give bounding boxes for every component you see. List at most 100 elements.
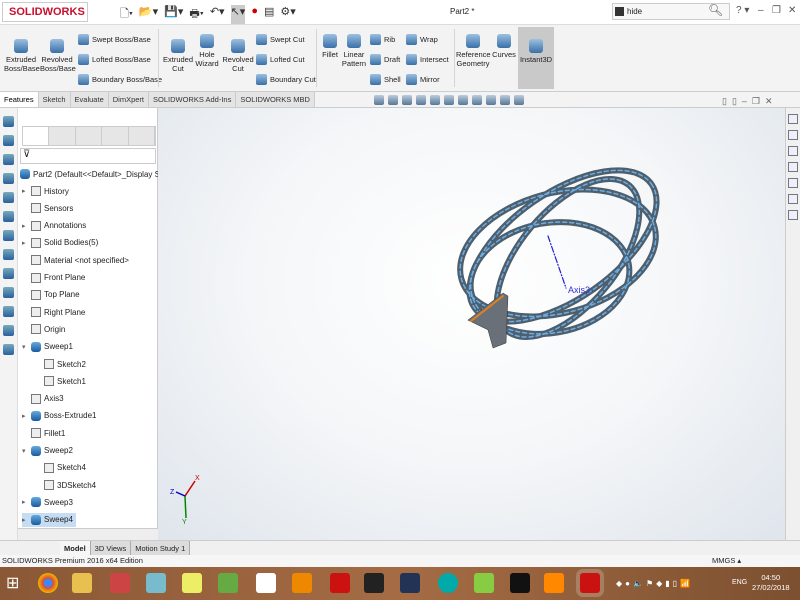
- app-icon[interactable]: [146, 573, 166, 593]
- tree-item[interactable]: Sketch1: [35, 374, 86, 388]
- expand-toggle[interactable]: ▾: [22, 343, 28, 351]
- units-selector[interactable]: MMGS ▴: [712, 556, 741, 565]
- app-icon[interactable]: [474, 573, 494, 593]
- scene-icon[interactable]: [500, 95, 510, 105]
- select-icon[interactable]: ↖▾: [230, 5, 246, 24]
- boundary-boss-button[interactable]: Boundary Boss/Base: [78, 74, 162, 85]
- intersect-button[interactable]: Intersect: [406, 54, 449, 65]
- tree-item[interactable]: ▾ Sweep2: [22, 444, 73, 458]
- configuration-manager-tab[interactable]: [76, 127, 103, 145]
- linear-pattern-button[interactable]: Linear Pattern: [340, 34, 368, 68]
- file-explorer-icon[interactable]: [72, 573, 92, 593]
- tree-item[interactable]: ▸ Annotations: [22, 219, 86, 233]
- viewport-window-controls[interactable]: ▯▯–❐✕: [722, 96, 778, 107]
- arduino-icon[interactable]: [438, 573, 458, 593]
- open-icon[interactable]: 📂▾: [139, 5, 158, 24]
- view-palette-icon[interactable]: [788, 162, 798, 172]
- solidworks-2016-active-icon[interactable]: [576, 569, 604, 597]
- resources-icon[interactable]: [788, 114, 798, 124]
- cut-icon[interactable]: [3, 173, 14, 184]
- tree-filter-input[interactable]: ⊽: [20, 148, 156, 164]
- revolve-icon[interactable]: [3, 135, 14, 146]
- hole-wizard-button[interactable]: Hole Wizard: [193, 34, 221, 68]
- rhino-icon[interactable]: [510, 573, 530, 593]
- display-style-icon[interactable]: [458, 95, 468, 105]
- app-icon[interactable]: [292, 573, 312, 593]
- section-view-icon[interactable]: [416, 95, 426, 105]
- tab-3d-views[interactable]: 3D Views: [90, 541, 132, 555]
- tab-addins[interactable]: SOLIDWORKS Add-Ins: [149, 92, 237, 107]
- language-indicator[interactable]: ENG: [732, 579, 747, 586]
- search-icon[interactable]: 🔍︎: [708, 3, 723, 17]
- curves-button[interactable]: Curves: [491, 34, 517, 59]
- expand-toggle[interactable]: ▸: [22, 412, 28, 420]
- extruded-boss-button[interactable]: Extruded Boss/Base: [4, 39, 40, 73]
- tree-item[interactable]: ▸ History: [22, 184, 69, 198]
- sticky-notes-icon[interactable]: [182, 573, 202, 593]
- design-library-icon[interactable]: [788, 130, 798, 140]
- tree-item[interactable]: Fillet1: [22, 426, 65, 440]
- tree-item[interactable]: Top Plane: [22, 288, 80, 302]
- appearances-icon[interactable]: [788, 178, 798, 188]
- tree-item[interactable]: ▸ Boss-Extrude1: [22, 409, 96, 423]
- tree-item[interactable]: ▸ Sweep4: [22, 512, 76, 527]
- tab-features[interactable]: Features: [0, 92, 39, 107]
- undo-icon[interactable]: ↶▾: [210, 5, 225, 24]
- zoom-to-fit-icon[interactable]: [374, 95, 384, 105]
- expand-toggle[interactable]: ▸: [22, 498, 28, 506]
- extruded-cut-button[interactable]: Extruded Cut: [161, 39, 195, 73]
- rebuild-icon[interactable]: ●: [251, 5, 258, 24]
- tree-item[interactable]: Right Plane: [22, 305, 85, 319]
- pattern-icon[interactable]: [3, 287, 14, 298]
- tab-motion-study[interactable]: Motion Study 1: [131, 541, 191, 555]
- help-icon[interactable]: ? ▾: [736, 5, 749, 16]
- custom-properties-icon[interactable]: [788, 194, 798, 204]
- dimxpert-manager-tab[interactable]: [102, 127, 129, 145]
- shell-button[interactable]: Shell: [370, 74, 401, 85]
- tree-item[interactable]: ▸ Sweep3: [22, 495, 73, 509]
- expand-toggle[interactable]: ▾: [22, 447, 28, 455]
- tab-sketch[interactable]: Sketch: [38, 92, 71, 107]
- tab-dimxpert[interactable]: DimXpert: [108, 92, 149, 107]
- eagle-icon[interactable]: [256, 573, 276, 593]
- clock[interactable]: 04:50 27/02/2018: [752, 573, 790, 593]
- windows-start-icon[interactable]: ⊞: [6, 573, 26, 593]
- tree-root-part[interactable]: Part2 (Default<<Default>_Display State: [20, 167, 173, 181]
- extrude-icon[interactable]: [3, 116, 14, 127]
- swept-cut-button[interactable]: Swept Cut: [256, 34, 305, 45]
- system-tray-icons[interactable]: ◆●🔈⚑◆▮▯📶: [616, 579, 693, 588]
- restore-icon[interactable]: ❐: [772, 5, 781, 16]
- mirror-button[interactable]: Mirror: [406, 74, 440, 85]
- expand-toggle[interactable]: ▸: [22, 516, 28, 524]
- expand-toggle[interactable]: ▸: [22, 187, 28, 195]
- lofted-cut-button[interactable]: Lofted Cut: [256, 54, 305, 65]
- new-icon[interactable]: 🗋▾: [120, 5, 133, 24]
- tab-model[interactable]: Model: [60, 541, 91, 555]
- tab-mbd[interactable]: SOLIDWORKS MBD: [236, 92, 315, 107]
- property-manager-tab[interactable]: [49, 127, 76, 145]
- solidworks-2016-icon[interactable]: [330, 573, 350, 593]
- minimize-icon[interactable]: –: [758, 5, 764, 16]
- file-properties-icon[interactable]: ▤: [264, 5, 274, 24]
- tree-item[interactable]: ▸ Solid Bodies(5): [22, 236, 98, 250]
- tree-item[interactable]: Sketch4: [35, 461, 86, 475]
- file-explorer-icon[interactable]: [788, 146, 798, 156]
- previous-view-icon[interactable]: [402, 95, 412, 105]
- tree-item[interactable]: Sketch2: [35, 357, 86, 371]
- save-icon[interactable]: 💾▾: [164, 5, 183, 24]
- solidworks-logo[interactable]: SOLIDWORKS: [2, 2, 88, 22]
- close-icon[interactable]: ✕: [788, 5, 796, 16]
- dome-icon[interactable]: [3, 325, 14, 336]
- view-orientation-icon[interactable]: [444, 95, 454, 105]
- view-settings-icon[interactable]: [514, 95, 524, 105]
- media-player-icon[interactable]: [544, 573, 564, 593]
- tree-item[interactable]: Origin: [22, 322, 65, 336]
- options-icon[interactable]: ⚙▾: [280, 5, 295, 24]
- tree-item[interactable]: ▾ Sweep1: [22, 340, 73, 354]
- revolved-cut-button[interactable]: Revolved Cut: [221, 39, 255, 73]
- forum-icon[interactable]: [788, 210, 798, 220]
- feature-manager-tab[interactable]: [23, 127, 50, 145]
- chamfer-icon[interactable]: [3, 211, 14, 222]
- expand-toggle[interactable]: ▸: [22, 222, 28, 230]
- tree-item[interactable]: Axis3: [22, 392, 64, 406]
